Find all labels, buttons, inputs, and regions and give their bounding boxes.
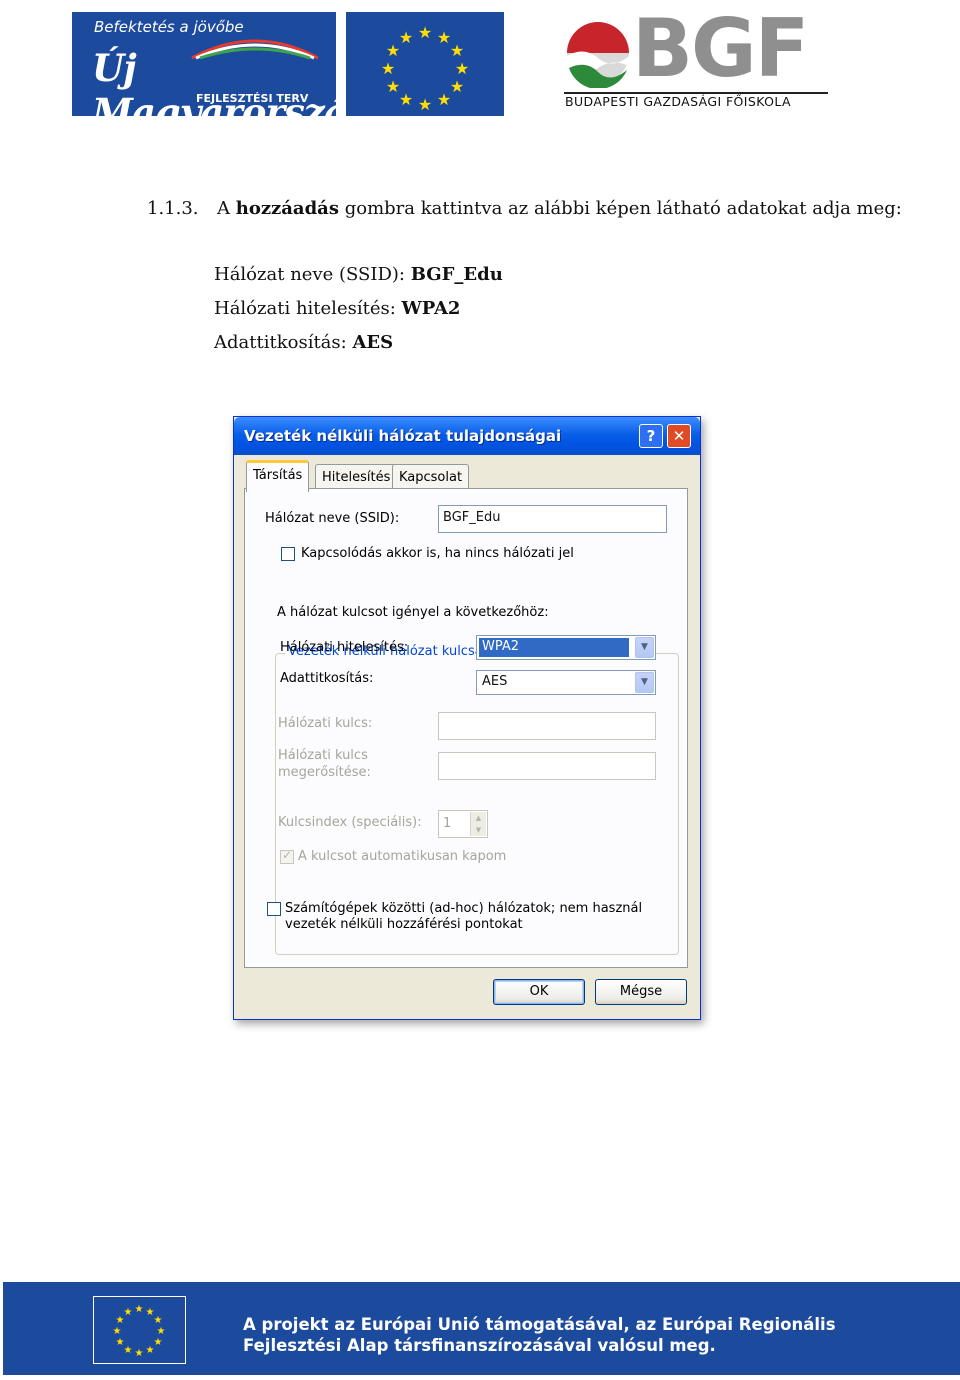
bgf-logo: BGF BUDAPESTI GAZDASÁGI FŐISKOLA [564, 2, 830, 114]
eu-flag-logo: ★ ★ ★ ★ ★ ★ ★ ★ ★ ★ ★ ★ [93, 1296, 186, 1364]
umft-sub: FEJLESZTÉSI TERV [196, 92, 309, 105]
setting-label: Hálózat neve (SSID): [214, 264, 411, 285]
help-button[interactable]: ? [639, 424, 663, 448]
svg-text:★: ★ [450, 41, 464, 60]
svg-text:★: ★ [146, 1345, 155, 1356]
key-index-spinner[interactable]: 1 ▲ ▼ [438, 810, 488, 838]
svg-text:★: ★ [399, 90, 413, 109]
connect-no-broadcast-label: Kapcsolódás akkor is, ha nincs hálózati … [301, 546, 574, 561]
footer-banner: ★ ★ ★ ★ ★ ★ ★ ★ ★ ★ ★ ★ A projekt az Európai Uni… [3, 1282, 960, 1375]
adhoc-checkbox[interactable] [267, 902, 281, 916]
svg-text:★: ★ [124, 1345, 133, 1356]
key-index-label: Kulcsindex (speciális): [278, 815, 422, 830]
step-text-after: gombra kattintva az alábbi képen látható… [338, 198, 902, 219]
bgf-full-name: BUDAPESTI GAZDASÁGI FŐISKOLA [565, 94, 791, 109]
svg-text:★: ★ [154, 1337, 163, 1348]
encryption-select[interactable]: AES ▼ [476, 670, 656, 695]
svg-text:★: ★ [157, 1326, 166, 1337]
umft-name: Új Magyarország [92, 46, 373, 134]
svg-text:★: ★ [116, 1337, 125, 1348]
step-heading: 1.1.3. A hozzáadás gombra kattintva az al… [147, 198, 902, 219]
auto-key-checkbox[interactable]: ✓ [280, 848, 294, 864]
svg-text:★: ★ [418, 95, 432, 114]
setting-auth: Hálózati hitelesítés: WPA2 [214, 298, 460, 319]
bgf-wordmark: BGF [632, 2, 809, 95]
key-required-label: A hálózat kulcsot igényel a következőhöz… [277, 605, 549, 620]
setting-ssid: Hálózat neve (SSID): BGF_Edu [214, 264, 503, 285]
setting-label: Hálózati hitelesítés: [214, 298, 402, 319]
spinner-arrows-icon[interactable]: ▲ ▼ [470, 812, 486, 836]
checkmark-icon: ✓ [282, 848, 293, 862]
svg-text:★: ★ [135, 1348, 144, 1359]
step-text-bold: hozzáadás [235, 198, 339, 219]
setting-encryption: Adattitkosítás: AES [214, 332, 393, 353]
adhoc-label-line1: Számítógépek közötti (ad-hoc) hálózatok;… [285, 901, 643, 916]
setting-value: BGF_Edu [410, 264, 503, 285]
dialog-title: Vezeték nélküli hálózat tulajdonságai [244, 427, 562, 445]
svg-text:★: ★ [113, 1326, 122, 1337]
key-index-value: 1 [443, 816, 452, 831]
svg-text:★: ★ [418, 23, 432, 42]
close-button[interactable]: ✕ [667, 424, 691, 448]
svg-text:★: ★ [437, 90, 451, 109]
footer-line-2: Fejlesztési Alap társfinanszírozásával v… [243, 1336, 716, 1355]
step-text-before: A [217, 198, 236, 219]
ssid-input[interactable]: BGF_Edu [438, 505, 667, 533]
auth-select-value: WPA2 [479, 638, 629, 657]
confirm-key-input[interactable] [438, 752, 656, 780]
encryption-label: Adattitkosítás: [280, 671, 374, 686]
uj-magyarorszag-logo: Befektetés a jövőbe Új Magyarország FEJL… [72, 12, 373, 134]
svg-text:★: ★ [386, 77, 400, 96]
tab-tarsitas[interactable]: Társítás [246, 460, 310, 492]
svg-text:★: ★ [455, 59, 469, 78]
auto-key-label: A kulcsot automatikusan kapom [298, 849, 507, 864]
eu-stars-icon: ★ ★★ ★★★ ★★★ ★★★ [381, 23, 469, 114]
adhoc-label-line2: vezeték nélküli hozzáférési pontokat [285, 917, 523, 932]
svg-text:★: ★ [450, 77, 464, 96]
svg-text:★: ★ [399, 28, 413, 47]
footer-text: A projekt az Európai Unió támogatásával,… [243, 1314, 836, 1356]
eu-stars-icon: ★ ★★ ★★★ ★★★ ★★★ [113, 1304, 166, 1359]
ok-button[interactable]: OK [493, 979, 585, 1005]
bgf-emblem-icon [567, 22, 629, 88]
eu-flag-logo: ★ ★ ★ ★ ★ ★ ★ ★ ★ ★ ★ ★ [346, 12, 504, 116]
ssid-label: Hálózat neve (SSID): [265, 511, 400, 526]
svg-text:★: ★ [154, 1315, 163, 1326]
encryption-select-value: AES [482, 674, 508, 689]
network-key-label: Hálózati kulcs: [278, 716, 373, 731]
chevron-down-icon[interactable]: ▼ [635, 672, 654, 693]
svg-text:★: ★ [135, 1304, 144, 1315]
auth-select[interactable]: WPA2 ▼ [476, 635, 656, 660]
cancel-button[interactable]: Mégse [595, 979, 687, 1005]
setting-value: AES [352, 332, 394, 353]
svg-text:★: ★ [381, 59, 395, 78]
step-number: 1.1.3. [147, 198, 199, 219]
connect-no-broadcast-checkbox[interactable] [281, 547, 295, 561]
wireless-properties-dialog: Vezeték nélküli hálózat tulajdonságai ? … [233, 416, 701, 1020]
chevron-down-icon[interactable]: ▼ [635, 637, 654, 658]
confirm-key-label-1: Hálózati kulcs [278, 748, 368, 763]
confirm-key-label-2: megerősítése: [278, 765, 371, 780]
network-key-input[interactable] [438, 712, 656, 740]
tab-panel: Hálózat neve (SSID): BGF_Edu Kapcsolódás… [244, 488, 688, 968]
setting-label: Adattitkosítás: [214, 332, 353, 353]
footer-line-1: A projekt az Európai Unió támogatásával,… [243, 1315, 836, 1334]
auth-label: Hálózati hitelesítés: [280, 640, 409, 655]
svg-text:★: ★ [124, 1307, 133, 1318]
setting-value: WPA2 [401, 298, 461, 319]
dialog-titlebar[interactable]: Vezeték nélküli hálózat tulajdonságai ? … [234, 417, 700, 455]
